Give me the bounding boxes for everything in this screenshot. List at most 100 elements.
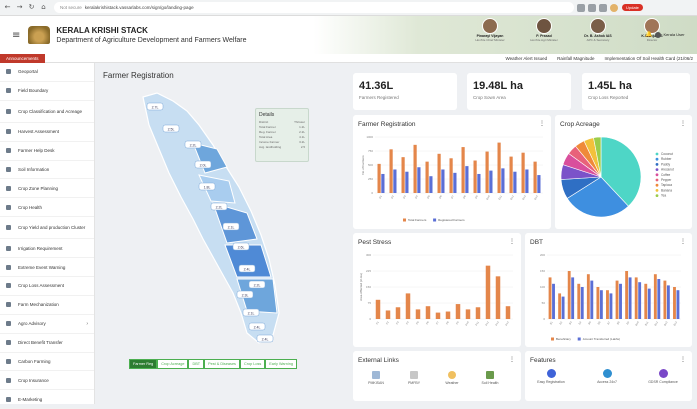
home-icon[interactable]: ⌂	[39, 3, 48, 12]
reload-icon[interactable]: ↻	[27, 3, 36, 12]
site-header: ≡ KERALA KRISHI STACK Department of Agri…	[0, 16, 697, 54]
x-tick-label: D10	[485, 194, 491, 201]
water-icon	[6, 245, 11, 251]
hamburger-menu-icon[interactable]: ≡	[12, 30, 20, 41]
user-menu[interactable]: 🔔 Kerala User	[645, 31, 685, 38]
x-tick-label: D1	[378, 194, 383, 199]
update-button[interactable]: Update	[622, 4, 643, 11]
bar	[647, 288, 651, 319]
tab-crop-acreage[interactable]: Crop Acreage	[157, 359, 189, 369]
y-tick-label: 1000	[366, 135, 373, 139]
back-icon[interactable]: ←	[3, 3, 12, 12]
bar	[445, 311, 451, 319]
bar	[644, 283, 648, 319]
tab-crop-loss[interactable]: Crop Loss	[239, 359, 266, 369]
link-soil-health[interactable]: Soil Health	[479, 371, 501, 385]
sidebar-item-irrigation[interactable]: Irrigation Requirement	[0, 239, 94, 259]
y-axis-label: Area Affected (in Ha)	[359, 273, 363, 301]
x-tick-label: B4	[577, 320, 582, 325]
soil-health-icon	[486, 371, 494, 379]
x-tick-label: P10	[464, 320, 470, 326]
sidebar-item-geoportal[interactable]: Geoportal	[0, 63, 94, 82]
ticker-item[interactable]: Rainfall Magnitude	[557, 56, 594, 61]
extension-icon[interactable]	[599, 3, 607, 12]
sidebar-item-zone-planning[interactable]: Crop Zone Planning	[0, 179, 94, 199]
sidebar-item-emarketing[interactable]: E-Marketing	[0, 390, 94, 409]
sidebar-item-yield[interactable]: Crop Yield and production Cluster	[0, 217, 94, 240]
sidebar-item-extreme-event[interactable]: Extreme Event Warning	[0, 258, 94, 278]
bar	[590, 280, 594, 319]
feature-gdsr[interactable]: GDSR Compliance	[643, 369, 683, 384]
x-tick-label: P6	[425, 320, 430, 325]
extension-icon[interactable]	[577, 3, 585, 12]
link-pmfby[interactable]: PMFBY	[403, 371, 425, 385]
sidebar-item-soil[interactable]: Soil Information	[0, 161, 94, 180]
legend-swatch	[577, 337, 581, 341]
legend-label: Paddy	[661, 162, 670, 166]
sidebar-item-carbon[interactable]: Carbon Farming	[0, 353, 94, 372]
official-card: Dr. B. Ashok IAS APC & Secretary	[578, 18, 618, 42]
tab-farmer-reg[interactable]: Farmer Reg	[129, 359, 158, 369]
url-text: keralakrishistack.vassarlabs.com/sign/go…	[84, 5, 194, 10]
more-options-icon[interactable]: ⋮	[680, 356, 686, 363]
legend-label: Rubber	[661, 157, 672, 161]
address-bar[interactable]: Not secure keralakrishistack.vassarlabs.…	[54, 2, 574, 13]
sidebar-item-mechanization[interactable]: Farm Mechanization	[0, 296, 94, 315]
sidebar-item-harvest[interactable]: Harvest Assessment	[0, 123, 94, 142]
kpi-card: 1.45L ha Crop Loss Reported	[582, 73, 690, 110]
sidebar-item-field-boundary[interactable]: Field Boundary	[0, 82, 94, 101]
y-tick-label: 150	[366, 285, 371, 289]
bar	[552, 283, 555, 319]
link-weather[interactable]: Weather	[441, 371, 463, 385]
profile-icon[interactable]	[610, 3, 618, 12]
sidebar-item-agro-advisory[interactable]: Agro Advisory ›	[0, 315, 94, 334]
tab-dbt[interactable]: DBT	[188, 359, 205, 369]
sidebar-item-help-desk[interactable]: Farmer Help Desk	[0, 142, 94, 161]
x-tick-label: D8	[462, 194, 467, 199]
pmkisan-icon	[372, 371, 380, 379]
sidebar-item-dbt[interactable]: Direct Benefit Transfer	[0, 334, 94, 353]
feature-easy-registration[interactable]: Easy Registration	[531, 369, 571, 384]
map-label: 2.0L	[200, 164, 207, 168]
legend-swatch	[551, 337, 554, 341]
harvest-icon	[6, 129, 11, 135]
pmfby-icon	[410, 371, 418, 379]
link-pmkisan[interactable]: PMKISAN	[365, 371, 387, 385]
sidebar-item-crop-classification[interactable]: Crop Classification and Acreage	[0, 101, 94, 123]
x-tick-label: B5	[587, 320, 592, 325]
bar	[453, 172, 457, 193]
more-options-icon[interactable]: ⋮	[509, 356, 515, 363]
feature-access[interactable]: Access 24x7	[587, 369, 627, 384]
x-tick-label: P9	[455, 320, 460, 325]
kpi-value: 1.45L ha	[588, 80, 632, 92]
bell-icon[interactable]: 🔔	[645, 31, 652, 38]
legend-label: Registered Farmers	[438, 218, 465, 222]
kerala-map[interactable]: 2.7L 2.5L 2.2L 2.0L 1.8L 2.2L 2.1L 2.6L 2.4L 2.2L…	[95, 63, 350, 363]
sidebar-item-crop-health[interactable]: Crop Health	[0, 198, 94, 218]
legend-label: Amount Transferred (Lakhs)	[583, 337, 620, 341]
bar	[435, 312, 441, 319]
y-tick-label: 250	[368, 177, 373, 181]
ticker-item[interactable]: Implementation Of Soil Health Card (21/0…	[604, 56, 693, 61]
transfer-icon	[6, 340, 11, 346]
bar	[425, 306, 431, 319]
extension-icon[interactable]	[588, 3, 596, 12]
ticker-item[interactable]: Weather Alert Issued	[505, 56, 547, 61]
map-label: 2.6L	[238, 246, 245, 250]
tab-early-warning[interactable]: Early Warning	[265, 359, 297, 369]
bar	[533, 161, 537, 193]
weather-icon	[448, 371, 456, 379]
x-tick-label: D3	[402, 194, 407, 199]
legend-swatch	[655, 157, 659, 161]
map-label: 2.4L	[244, 268, 251, 272]
legend-swatch	[655, 178, 659, 182]
sidebar: Geoportal Field Boundary Crop Classifica…	[0, 63, 95, 409]
forward-icon[interactable]: →	[15, 3, 24, 12]
y-tick-label: 100	[540, 285, 545, 289]
tab-pest-diseases[interactable]: Pest & Diseases	[204, 359, 240, 369]
sidebar-item-insurance[interactable]: Crop Insurance	[0, 371, 94, 391]
bar	[615, 280, 619, 319]
legend-swatch	[655, 163, 659, 166]
x-tick-label: B8	[616, 320, 621, 325]
sidebar-item-crop-loss[interactable]: Crop Loss Assessment	[0, 277, 94, 296]
